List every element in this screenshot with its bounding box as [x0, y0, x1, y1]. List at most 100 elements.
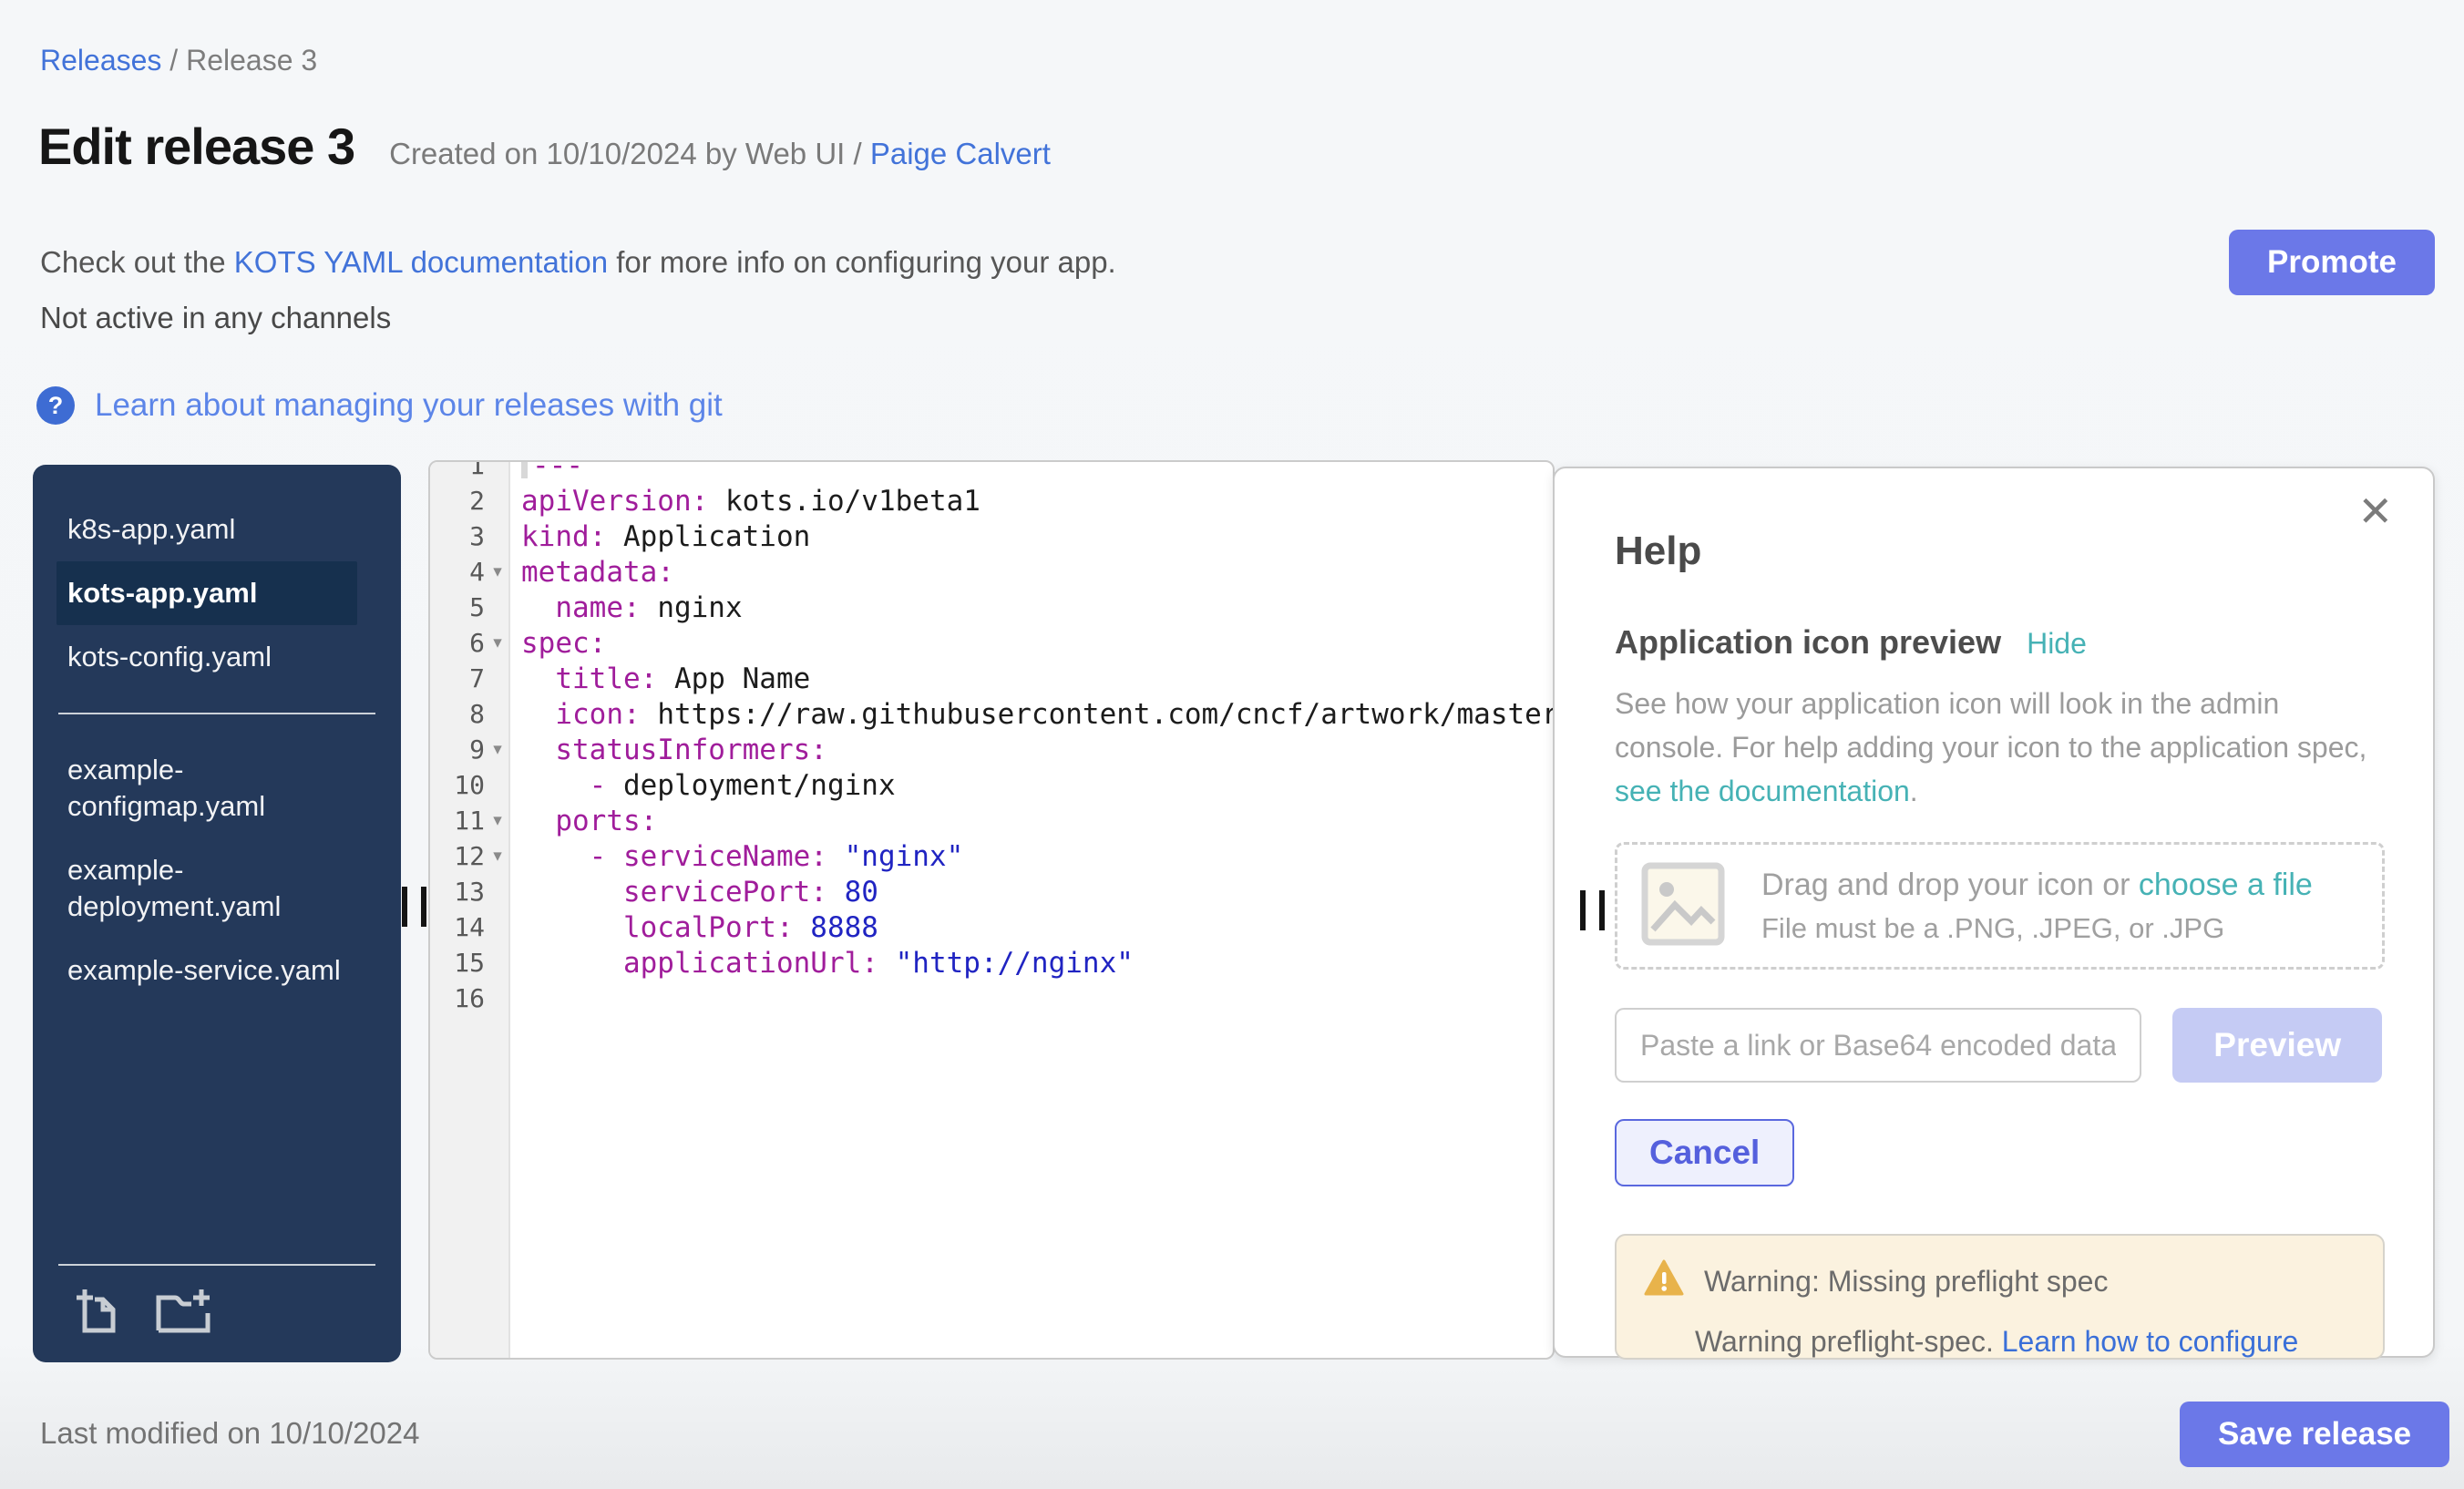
see-documentation-link[interactable]: see the documentation [1615, 775, 1910, 807]
sidebar-file-kots-app.yaml[interactable]: kots-app.yaml [56, 561, 357, 625]
sidebar-file-example-configmap.yaml[interactable]: example-configmap.yaml [56, 738, 357, 838]
code-line-10[interactable]: 10 - deployment/nginx [430, 767, 1553, 803]
code-text[interactable]: icon: https://raw.githubusercontent.com/… [510, 698, 1553, 731]
line-number: 12▾ [430, 841, 510, 871]
fold-arrow-icon[interactable]: ▾ [485, 739, 510, 760]
icon-preview-description: See how your application icon will look … [1615, 682, 2385, 813]
code-line-15[interactable]: 15 applicationUrl: "http://nginx" [430, 945, 1553, 981]
git-help-link[interactable]: ? Learn about managing your releases wit… [36, 386, 723, 425]
code-line-8[interactable]: 8 icon: https://raw.githubusercontent.co… [430, 696, 1553, 732]
breadcrumb-separator: / [161, 44, 186, 77]
code-text[interactable]: spec: [510, 627, 1553, 660]
icon-preview-title: Application icon preview [1615, 623, 2001, 662]
editor-code[interactable]: 1---2apiVersion: kots.io/v1beta13kind: A… [430, 460, 1553, 1016]
code-text[interactable]: title: App Name [510, 662, 1553, 695]
choose-file-link[interactable]: choose a file [2139, 868, 2313, 902]
fold-arrow-icon[interactable]: ▾ [485, 810, 510, 831]
warning-text: Warning: Missing preflight spec [1704, 1265, 2108, 1299]
code-text[interactable]: name: nginx [510, 591, 1553, 624]
save-release-button[interactable]: Save release [2180, 1402, 2449, 1467]
created-info: Created on 10/10/2024 by Web UI / Paige … [389, 137, 1051, 171]
code-line-13[interactable]: 13 servicePort: 80 [430, 874, 1553, 909]
code-text[interactable]: - deployment/nginx [510, 769, 1553, 802]
dropzone-prefix: Drag and drop your icon or [1761, 868, 2139, 902]
main-area: k8s-app.yamlkots-app.yamlkots-config.yam… [0, 460, 2464, 1367]
code-line-3[interactable]: 3kind: Application [430, 519, 1553, 554]
release-editor-screen: Releases / Release 3 Edit release 3 Crea… [0, 0, 2464, 1489]
line-number: 16 [430, 983, 510, 1013]
fold-arrow-icon[interactable]: ▾ [485, 561, 510, 582]
fold-arrow-icon[interactable]: ▾ [485, 846, 510, 867]
created-by-link[interactable]: Paige Calvert [870, 137, 1051, 170]
icon-url-input[interactable] [1615, 1008, 2141, 1083]
line-number: 10 [430, 770, 510, 800]
breadcrumb-releases-link[interactable]: Releases [40, 44, 161, 77]
sidebar-file-example-deployment.yaml[interactable]: example-deployment.yaml [56, 838, 357, 939]
channel-status: Not active in any channels [40, 301, 391, 335]
fold-arrow-icon[interactable]: ▾ [485, 632, 510, 653]
add-file-icon[interactable] [73, 1286, 122, 1335]
code-text[interactable]: --- [510, 460, 1553, 482]
preflight-warning-box: Warning: Missing preflight spec Warning … [1615, 1234, 2385, 1360]
code-line-11[interactable]: 11▾ ports: [430, 803, 1553, 838]
code-text[interactable]: kind: Application [510, 520, 1553, 553]
code-text[interactable]: localPort: 8888 [510, 911, 1553, 944]
code-line-14[interactable]: 14 localPort: 8888 [430, 909, 1553, 945]
line-number: 1 [430, 460, 510, 480]
line-number: 13 [430, 877, 510, 907]
code-line-9[interactable]: 9▾ statusInformers: [430, 732, 1553, 767]
code-line-5[interactable]: 5 name: nginx [430, 590, 1553, 625]
page-title: Edit release 3 [38, 117, 354, 176]
code-text[interactable]: apiVersion: kots.io/v1beta1 [510, 485, 1553, 518]
close-icon[interactable]: ✕ [2357, 490, 2393, 532]
hide-link[interactable]: Hide [2027, 627, 2087, 661]
code-line-4[interactable]: 4▾metadata: [430, 554, 1553, 590]
doc-text: Check out the KOTS YAML documentation fo… [40, 245, 1116, 280]
learn-configure-link[interactable]: Learn how to configure [2002, 1325, 2299, 1358]
doc-prefix: Check out the [40, 245, 234, 279]
code-line-7[interactable]: 7 title: App Name [430, 661, 1553, 696]
yaml-editor[interactable]: 1---2apiVersion: kots.io/v1beta13kind: A… [428, 460, 1555, 1360]
sidebar-file-k8s-app.yaml[interactable]: k8s-app.yaml [56, 498, 357, 561]
line-number: 15 [430, 948, 510, 978]
file-sidebar: k8s-app.yamlkots-app.yamlkots-config.yam… [33, 465, 401, 1362]
cancel-button[interactable]: Cancel [1615, 1119, 1794, 1186]
code-line-1[interactable]: 1--- [430, 460, 1553, 483]
code-line-12[interactable]: 12▾ - serviceName: "nginx" [430, 838, 1553, 874]
promote-button[interactable]: Promote [2229, 230, 2435, 295]
code-text[interactable]: - serviceName: "nginx" [510, 840, 1553, 873]
line-number: 8 [430, 699, 510, 729]
sidebar-resize-handle[interactable] [402, 887, 426, 927]
line-number: 2 [430, 486, 510, 516]
code-line-2[interactable]: 2apiVersion: kots.io/v1beta1 [430, 483, 1553, 519]
code-text[interactable]: applicationUrl: "http://nginx" [510, 947, 1553, 980]
icon-dropzone[interactable]: Drag and drop your icon or choose a file… [1615, 842, 2385, 970]
preview-button[interactable]: Preview [2172, 1008, 2382, 1083]
line-number: 4▾ [430, 557, 510, 587]
code-text[interactable]: metadata: [510, 556, 1553, 589]
code-line-6[interactable]: 6▾spec: [430, 625, 1553, 661]
add-folder-icon[interactable] [153, 1286, 211, 1335]
code-text[interactable]: ports: [510, 805, 1553, 837]
doc-row: Check out the KOTS YAML documentation fo… [40, 230, 2435, 295]
code-text[interactable]: statusInformers: [510, 734, 1553, 766]
kots-doc-link[interactable]: KOTS YAML documentation [234, 245, 608, 279]
description-period: . [1910, 775, 1918, 807]
breadcrumb: Releases / Release 3 [40, 44, 317, 77]
help-resize-handle[interactable] [1580, 890, 1605, 930]
line-number: 6▾ [430, 628, 510, 658]
line-number: 3 [430, 521, 510, 551]
last-modified: Last modified on 10/10/2024 [40, 1416, 419, 1451]
code-line-16[interactable]: 16 [430, 981, 1553, 1016]
line-number: 9▾ [430, 734, 510, 765]
text-cursor [521, 460, 528, 478]
image-placeholder-icon [1641, 862, 1725, 950]
sidebar-file-example-service.yaml[interactable]: example-service.yaml [56, 939, 357, 1002]
dropzone-filetypes: File must be a .PNG, .JPEG, or .JPG [1761, 912, 2313, 945]
file-list-bottom: example-configmap.yamlexample-deployment… [33, 738, 401, 1002]
git-help-label: Learn about managing your releases with … [95, 387, 723, 424]
line-number: 14 [430, 912, 510, 942]
warning-detail-text: Warning preflight-spec. [1695, 1325, 2002, 1358]
code-text[interactable]: servicePort: 80 [510, 876, 1553, 909]
sidebar-file-kots-config.yaml[interactable]: kots-config.yaml [56, 625, 357, 689]
